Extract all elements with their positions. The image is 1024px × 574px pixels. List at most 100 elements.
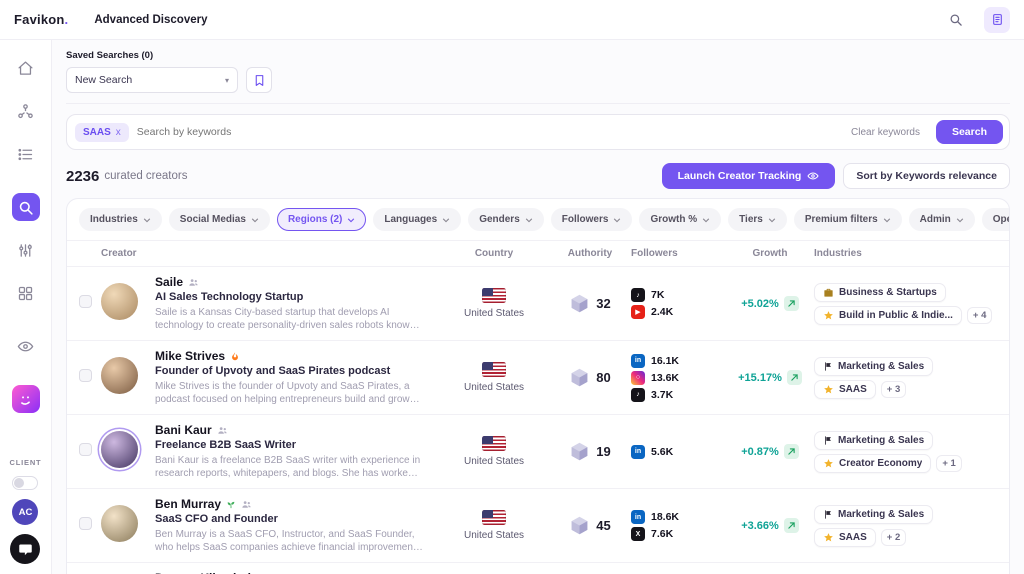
authority-score: 19 — [596, 444, 610, 459]
industry-chip[interactable]: Marketing & Sales — [814, 505, 933, 524]
home-icon[interactable] — [12, 54, 40, 82]
linkedin-icon: in — [631, 354, 645, 368]
remove-tag-icon[interactable]: x — [116, 127, 121, 138]
col-country[interactable]: Country — [439, 248, 549, 259]
table-row[interactable]: Ben MurraySaaS CFO and FounderBen Murray… — [67, 488, 1009, 562]
more-industries-badge[interactable]: + 2 — [881, 529, 906, 546]
follower-count: 3.7K — [651, 389, 673, 401]
creator-name[interactable]: Bani Kaur — [155, 423, 212, 437]
filter-chip-languages[interactable]: Languages — [373, 208, 461, 231]
list-icon[interactable] — [12, 140, 40, 168]
industry-chip[interactable]: Marketing & Sales — [814, 357, 933, 376]
filter-chip-tiers[interactable]: Tiers — [728, 208, 787, 231]
client-label: CLIENT — [10, 458, 42, 467]
table-row[interactable]: Dmytro KlimchukCo-Founder and SEO Execut… — [67, 562, 1009, 574]
growth-value: +5.02% — [741, 298, 779, 310]
sort-by-relevance-button[interactable]: Sort by Keywords relevance — [843, 163, 1010, 189]
client-toggle[interactable] — [12, 476, 38, 490]
industry-chip[interactable]: Creator Economy — [814, 454, 931, 473]
industry-chip[interactable]: SAAS — [814, 528, 876, 547]
save-search-button[interactable] — [246, 67, 272, 93]
app-root: Favikon. Advanced Discovery CLIENT AC — [0, 0, 1024, 574]
industry-chip[interactable]: Business & Startups — [814, 283, 946, 302]
creator-title: Freelance B2B SaaS Writer — [155, 439, 423, 451]
filter-chip-industries[interactable]: Industries — [79, 208, 162, 231]
country-flag-icon — [482, 362, 506, 377]
user-avatar[interactable]: AC — [12, 499, 38, 525]
industry-label: Business & Startups — [839, 287, 937, 298]
keyword-search-bar: SAASx Clear keywords Search — [66, 114, 1010, 150]
creator-name[interactable]: Mike Strives — [155, 349, 225, 363]
filter-chip-open-di[interactable]: Open di — [982, 208, 1010, 231]
industry-label: Build in Public & Indie... — [839, 310, 953, 321]
country-flag-icon — [482, 436, 506, 451]
growth-up-arrow-icon — [787, 521, 796, 530]
filter-chip-genders[interactable]: Genders — [468, 208, 544, 231]
chat-widget-icon[interactable] — [10, 534, 40, 564]
col-followers[interactable]: Followers — [631, 248, 726, 259]
col-growth[interactable]: Growth — [726, 248, 814, 259]
industry-label: SAAS — [839, 532, 867, 543]
growth-up-arrow-icon — [787, 447, 796, 456]
chevron-down-icon — [442, 216, 450, 224]
chevron-down-icon — [702, 216, 710, 224]
keyword-search-input[interactable] — [137, 126, 843, 138]
growth-up-arrow-icon — [790, 373, 799, 382]
row-checkbox[interactable] — [79, 369, 92, 382]
growth-up-arrow-icon — [787, 299, 796, 308]
follower-count: 2.4K — [651, 306, 673, 318]
help-button[interactable] — [984, 7, 1010, 33]
star-icon — [823, 310, 834, 321]
creator-description: Bani Kaur is a freelance B2B SaaS writer… — [155, 454, 423, 480]
table-row[interactable]: SaileAI Sales Technology StartupSaile is… — [67, 267, 1009, 340]
filter-chip-followers[interactable]: Followers — [551, 208, 633, 231]
watchlist-eye-icon[interactable] — [12, 332, 40, 360]
industry-chip[interactable]: Build in Public & Indie... — [814, 306, 962, 325]
table-row[interactable]: Bani Kaur Freelance B2B SaaS Writer Bani K… — [67, 414, 1009, 488]
clear-keywords-link[interactable]: Clear keywords — [851, 127, 920, 138]
keyword-tag-saas[interactable]: SAASx — [75, 123, 129, 142]
apps-grid-icon[interactable] — [12, 279, 40, 307]
industry-chip[interactable]: SAAS — [814, 380, 876, 399]
tiktok-icon: ♪ — [631, 288, 645, 302]
authority-score: 45 — [596, 518, 610, 533]
favikon-logo[interactable]: Favikon. — [14, 12, 68, 27]
industry-chip[interactable]: Marketing & Sales — [814, 431, 933, 450]
col-industries[interactable]: Industries — [814, 248, 1009, 259]
row-checkbox[interactable] — [79, 517, 92, 530]
launch-creator-tracking-button[interactable]: Launch Creator Tracking — [662, 163, 836, 189]
sliders-icon[interactable] — [12, 236, 40, 264]
col-creator[interactable]: Creator — [101, 248, 439, 259]
filter-chip-growth-[interactable]: Growth % — [639, 208, 721, 231]
search-icon[interactable] — [942, 7, 968, 33]
industry-label: Marketing & Sales — [838, 435, 924, 446]
saved-search-select[interactable]: New Search ▾ — [66, 67, 238, 93]
filter-chip-regions-2-[interactable]: Regions (2) — [277, 208, 366, 231]
creator-name[interactable]: Ben Murray — [155, 497, 221, 511]
results-count: 2236 — [66, 168, 99, 185]
more-industries-badge[interactable]: + 4 — [967, 307, 992, 324]
filter-chip-admin[interactable]: Admin — [909, 208, 975, 231]
country-flag-icon — [482, 288, 506, 303]
table-row[interactable]: Mike StrivesFounder of Upvoty and SaaS P… — [67, 340, 1009, 414]
favikon-app-icon[interactable] — [12, 385, 40, 413]
top-header: Favikon. Advanced Discovery — [0, 0, 1024, 40]
authority-cube-icon — [569, 515, 590, 536]
network-icon[interactable] — [12, 97, 40, 125]
filter-chip-social-medias[interactable]: Social Medias — [169, 208, 270, 231]
growth-value: +15.17% — [738, 372, 782, 384]
follower-count: 7.6K — [651, 528, 673, 540]
discovery-search-icon[interactable] — [12, 193, 40, 221]
more-industries-badge[interactable]: + 1 — [936, 455, 961, 472]
col-authority[interactable]: Authority — [549, 248, 631, 259]
row-checkbox[interactable] — [79, 295, 92, 308]
authority-cube-icon — [569, 367, 590, 388]
creator-title: AI Sales Technology Startup — [155, 291, 423, 303]
creator-name[interactable]: Saile — [155, 275, 183, 289]
search-button[interactable]: Search — [936, 120, 1003, 144]
row-checkbox[interactable] — [79, 443, 92, 456]
filter-chip-premium-filters[interactable]: Premium filters — [794, 208, 902, 231]
chevron-down-icon — [956, 216, 964, 224]
creator-avatar — [101, 431, 138, 468]
more-industries-badge[interactable]: + 3 — [881, 381, 906, 398]
